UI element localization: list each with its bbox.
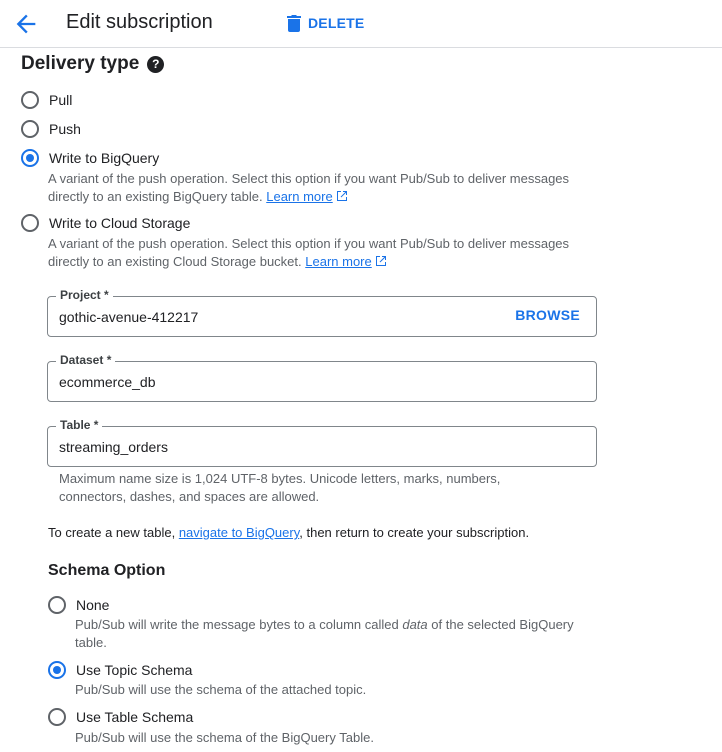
external-link-icon [336,191,347,201]
cloud-storage-learn-more-link[interactable]: Learn more [305,254,371,269]
write-to-bigquery-desc-line1: A variant of the push operation. Select … [48,171,570,186]
bigquery-learn-more-link[interactable]: Learn more [266,189,332,204]
back-button[interactable] [12,10,40,38]
write-to-cloud-storage-desc-line2-wrap: directly to an existing Cloud Storage bu… [48,253,569,271]
radio-use-table-schema-circle[interactable] [48,708,66,726]
create-table-note: To create a new table, navigate to BigQu… [48,524,529,542]
dataset-field: Dataset * [47,352,597,402]
write-to-bigquery-desc-line2: directly to an existing BigQuery table. [48,189,263,204]
help-glyph: ? [152,57,160,71]
create-table-prefix: To create a new table, [48,525,179,540]
radio-schema-none-circle[interactable] [48,596,66,614]
create-table-suffix: , then return to create your subscriptio… [299,525,530,540]
delete-label: DELETE [308,15,365,31]
trash-icon [287,15,301,32]
table-hint-line1: Maximum name size is 1,024 UTF-8 bytes. … [59,471,501,486]
radio-write-to-bigquery[interactable]: Write to BigQuery [21,149,159,167]
radio-use-table-schema-label: Use Table Schema [76,709,194,725]
use-table-schema-description: Pub/Sub will use the schema of the BigQu… [75,730,374,745]
write-to-cloud-storage-description: A variant of the push operation. Select … [48,235,569,271]
write-to-bigquery-desc-line2-wrap: directly to an existing BigQuery table. … [48,188,569,206]
write-to-cloud-storage-desc-line2: directly to an existing Cloud Storage bu… [48,254,302,269]
external-link-icon [375,256,386,266]
write-to-cloud-storage-desc-line1: A variant of the push operation. Select … [48,236,570,251]
radio-use-table-schema[interactable]: Use Table Schema [48,708,193,726]
table-field-label: Table * [56,417,103,433]
schema-none-desc-em: data [402,617,428,632]
dataset-field-label: Dataset * [56,352,116,368]
page-title: Edit subscription [66,11,213,33]
table-input[interactable] [59,437,499,457]
schema-none-desc-line2: table. [75,635,107,650]
radio-push[interactable]: Push [21,120,81,138]
table-field: Table * [47,417,597,467]
radio-write-to-cloud-storage-circle[interactable] [21,214,39,232]
radio-use-topic-schema-circle[interactable] [48,661,66,679]
schema-none-desc-post: of the selected BigQuery [427,617,574,632]
schema-option-title: Schema Option [48,562,166,579]
header-bar: Edit subscription DELETE [0,0,722,48]
dataset-input[interactable] [59,372,499,392]
table-hint-line2: connectors, dashes, and spaces are allow… [59,489,320,504]
radio-write-to-cloud-storage[interactable]: Write to Cloud Storage [21,214,190,232]
radio-push-label: Push [49,121,81,137]
project-field: Project * BROWSE [47,287,597,337]
write-to-bigquery-description: A variant of the push operation. Select … [48,170,569,206]
navigate-to-bigquery-link[interactable]: navigate to BigQuery [179,525,299,540]
table-name-hint: Maximum name size is 1,024 UTF-8 bytes. … [59,470,559,506]
project-field-label: Project * [56,287,113,303]
radio-write-to-cloud-storage-label: Write to Cloud Storage [49,215,191,231]
radio-pull-label: Pull [49,92,73,108]
radio-write-to-bigquery-circle[interactable] [21,149,39,167]
radio-use-topic-schema-label: Use Topic Schema [76,662,193,678]
radio-write-to-bigquery-label: Write to BigQuery [49,150,160,166]
schema-none-desc-pre: Pub/Sub will write the message bytes to … [75,617,403,632]
delivery-type-heading: Delivery type ? [21,52,165,76]
radio-schema-none-label: None [76,597,110,613]
browse-button[interactable]: BROWSE [515,307,580,323]
radio-pull-circle[interactable] [21,91,39,109]
project-input[interactable] [59,307,499,327]
radio-schema-none[interactable]: None [48,596,109,614]
schema-none-description: Pub/Sub will write the message bytes to … [75,616,574,652]
use-topic-schema-description: Pub/Sub will use the schema of the attac… [75,682,367,697]
delivery-type-title: Delivery type [21,53,140,74]
delete-button[interactable]: DELETE [286,11,364,35]
radio-use-topic-schema[interactable]: Use Topic Schema [48,661,192,679]
radio-push-circle[interactable] [21,120,39,138]
arrow-left-icon [16,14,36,34]
radio-pull[interactable]: Pull [21,91,72,109]
schema-none-desc-line1: Pub/Sub will write the message bytes to … [75,616,574,634]
help-circle-icon[interactable]: ? [147,55,165,73]
